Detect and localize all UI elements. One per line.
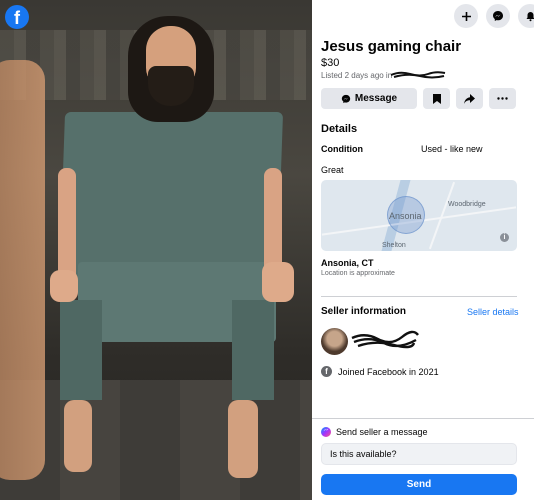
statue-leg-left: [60, 300, 102, 400]
seller-info-heading: Seller information: [321, 306, 407, 317]
map-label-ansonia: Ansonia: [389, 211, 422, 221]
bookmark-icon: [432, 93, 441, 104]
share-icon: [464, 93, 475, 104]
location-map[interactable]: Ansonia Woodbridge Shelton i: [321, 180, 517, 251]
top-nav-icons: [454, 4, 534, 28]
message-button[interactable]: Message: [321, 88, 417, 109]
seller-joined-text: Joined Facebook in 2021: [338, 366, 439, 377]
listing-details-panel: Jesus gaming chair $30 Listed 2 days ago…: [312, 0, 534, 500]
photo-side-figure: [0, 60, 45, 480]
statue-chair-back: [58, 112, 284, 287]
share-button[interactable]: [456, 88, 483, 109]
send-message-label: Send seller a message: [336, 427, 428, 437]
map-label-shelton: Shelton: [382, 242, 406, 249]
seller-avatar[interactable]: [321, 328, 348, 355]
ellipsis-icon: [497, 97, 508, 100]
listing-action-row: Message: [321, 88, 516, 109]
details-heading: Details: [321, 123, 358, 135]
more-options-button[interactable]: [489, 88, 516, 109]
statue-beard: [148, 66, 194, 106]
seller-joined-row: f Joined Facebook in 2021: [321, 366, 439, 377]
statue-hand-right: [262, 262, 294, 302]
notifications-icon[interactable]: [518, 4, 534, 28]
send-message-header: Send seller a message: [321, 427, 428, 437]
statue-hand-left: [50, 270, 78, 302]
plus-icon[interactable]: [454, 4, 478, 28]
message-input[interactable]: [321, 443, 517, 465]
messenger-icon: [341, 94, 351, 103]
listing-description: Great: [321, 165, 344, 175]
condition-label: Condition: [321, 144, 363, 154]
listing-title: Jesus gaming chair: [321, 38, 462, 55]
messenger-icon[interactable]: [486, 4, 510, 28]
save-button[interactable]: [423, 88, 450, 109]
message-compose-area: Send seller a message Send: [312, 418, 534, 500]
send-button[interactable]: Send: [321, 474, 517, 495]
facebook-icon: f: [321, 366, 332, 377]
statue-foot-right: [228, 400, 258, 478]
listing-price: $30: [321, 57, 340, 69]
message-button-label: Message: [354, 93, 398, 104]
messenger-icon: [321, 427, 331, 437]
listing-location: Ansonia, CT: [321, 258, 374, 268]
seller-details-link[interactable]: Seller details: [467, 307, 519, 317]
section-divider: [321, 296, 517, 297]
map-label-woodbridge: Woodbridge: [448, 201, 486, 208]
statue-leg-right: [232, 300, 274, 400]
map-info-icon[interactable]: i: [500, 233, 509, 242]
condition-value: Used - like new: [421, 144, 483, 154]
listing-photo[interactable]: f: [0, 0, 312, 500]
facebook-logo-icon[interactable]: f: [5, 5, 29, 29]
location-approximate-note: Location is approximate: [321, 270, 395, 277]
redaction-scribble: [390, 71, 446, 79]
listing-posted-time: Listed 2 days ago in: [321, 71, 393, 80]
redaction-scribble: [351, 330, 419, 349]
statue-foot-left: [64, 400, 92, 472]
